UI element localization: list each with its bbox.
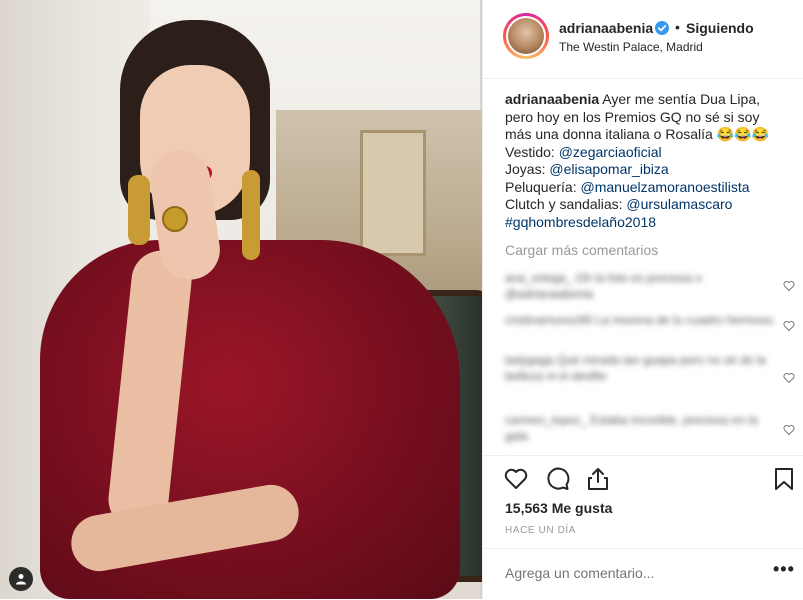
- post-photo[interactable]: [0, 0, 482, 599]
- action-bar: [483, 455, 803, 498]
- header-separator: •: [675, 19, 680, 35]
- mention-link-peluqueria[interactable]: @manuelzamoranoestilista: [581, 179, 750, 195]
- comment-like-icon[interactable]: [783, 424, 795, 436]
- caption-vestido-label: Vestido:: [505, 143, 559, 160]
- comment-composer: •••: [483, 548, 803, 600]
- following-button[interactable]: Siguiendo: [686, 20, 754, 36]
- comment-like-icon[interactable]: [783, 280, 795, 292]
- avatar-image: [508, 18, 544, 54]
- post-header: adrianaabenia • Siguiendo The Westin Pal…: [483, 0, 803, 79]
- instagram-post: adrianaabenia • Siguiendo The Westin Pal…: [0, 0, 803, 599]
- photo-earring-left: [128, 175, 150, 245]
- caption-joyas-label: Joyas:: [505, 161, 550, 177]
- mention-link-clutch[interactable]: @ursulamascaro: [626, 196, 732, 212]
- photo-earring-right: [242, 170, 260, 260]
- location-link[interactable]: The Westin Palace, Madrid: [559, 40, 703, 54]
- user-tags-button[interactable]: [9, 567, 33, 591]
- comment-item: ana_ortega_ Oh la foto es preciosa x @ad…: [505, 271, 702, 301]
- comment-item: carmen_lopez_ Estaba increíble, preciosa…: [505, 413, 758, 443]
- comment-item: cristinamunoz90 La morena de tu cuadro h…: [505, 313, 774, 327]
- post-sidebar: adrianaabenia • Siguiendo The Westin Pal…: [482, 0, 803, 599]
- caption-peluqueria-label: Peluquería:: [505, 178, 581, 195]
- bookmark-icon[interactable]: [771, 466, 797, 492]
- verified-badge-icon: [655, 21, 669, 35]
- post-caption: adrianaabenia Ayer me sentía Dua Lipa, p…: [505, 91, 785, 231]
- comment-bubble-icon[interactable]: [545, 466, 571, 492]
- photo-ring: [162, 206, 188, 232]
- avatar-story-ring[interactable]: [503, 13, 549, 59]
- person-icon: [16, 574, 26, 585]
- header-username[interactable]: adrianaabenia: [559, 20, 653, 36]
- heart-icon[interactable]: [503, 466, 529, 492]
- share-icon[interactable]: [585, 466, 611, 492]
- mention-link-vestido[interactable]: @zegarciaoficial: [559, 144, 662, 160]
- likes-count[interactable]: 15,563 Me gusta: [505, 500, 612, 516]
- comment-like-icon[interactable]: [783, 320, 795, 332]
- post-timestamp[interactable]: HACE UN DÍA: [505, 525, 576, 536]
- avatar: [506, 16, 546, 56]
- caption-clutch-label: Clutch y sandalias:: [505, 196, 627, 212]
- comment-like-icon[interactable]: [783, 372, 795, 384]
- caption-username[interactable]: adrianaabenia: [505, 91, 599, 107]
- photo-door-window: [360, 130, 426, 256]
- load-more-comments-button[interactable]: Cargar más comentarios: [505, 242, 658, 258]
- mention-link-joyas[interactable]: @elisapomar_ibiza: [549, 161, 668, 177]
- more-options-button[interactable]: •••: [773, 559, 795, 580]
- comment-item: ladygaga Qué mirada tan guapa pero no sé…: [505, 353, 766, 383]
- hashtag-link[interactable]: #gqhombresdelaño2018: [505, 214, 656, 230]
- comment-input[interactable]: [505, 565, 745, 581]
